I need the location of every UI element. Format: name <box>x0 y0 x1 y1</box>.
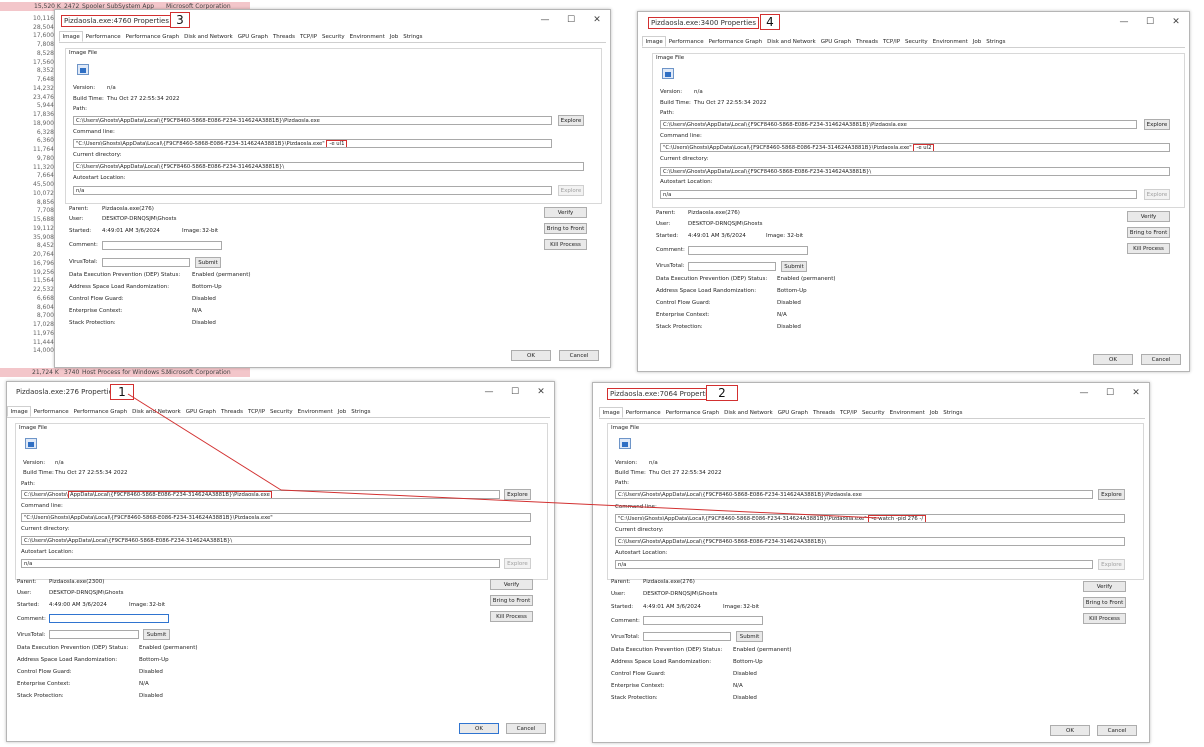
connector-1-to-path <box>127 393 282 491</box>
connector-path-to-2 <box>280 489 880 519</box>
annotation-lines <box>127 393 880 519</box>
